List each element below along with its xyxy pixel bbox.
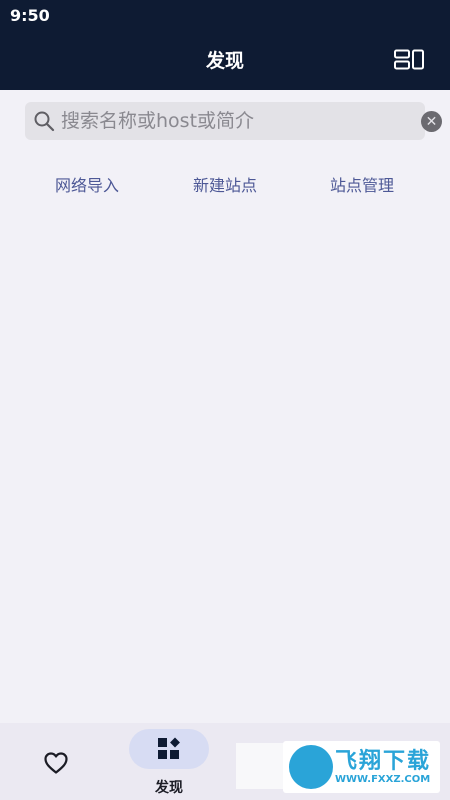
action-row: 网络导入 新建站点 站点管理 <box>0 168 450 198</box>
status-time: 9:50 <box>10 6 50 25</box>
top-bar: 9:50 发现 <box>0 0 450 90</box>
close-icon: ✕ <box>425 113 438 130</box>
heart-icon <box>44 752 68 774</box>
search-input[interactable] <box>61 102 381 140</box>
nav-active-indicator <box>129 729 209 769</box>
layout-toggle-icon <box>394 49 424 70</box>
page-title: 发现 <box>205 50 244 72</box>
nav-placeholder <box>236 743 286 789</box>
nav-discover[interactable]: 发现 <box>128 729 210 797</box>
layout-toggle-button[interactable] <box>392 46 426 74</box>
watermark: 飞翔下载 WWW.FXXZ.COM <box>283 741 440 793</box>
watermark-logo-icon <box>289 745 333 789</box>
watermark-url: WWW.FXXZ.COM <box>335 774 431 785</box>
nav-favorites[interactable] <box>28 745 84 781</box>
clear-search-button[interactable]: ✕ <box>421 111 442 132</box>
network-import-button[interactable]: 网络导入 <box>27 172 147 196</box>
site-management-button[interactable]: 站点管理 <box>302 172 422 196</box>
search-icon <box>34 111 55 132</box>
search-bar: ✕ <box>25 102 442 140</box>
watermark-text: 飞翔下载 <box>335 749 432 774</box>
nav-discover-label: 发现 <box>155 780 183 796</box>
apps-icon <box>158 737 180 759</box>
new-site-button[interactable]: 新建站点 <box>165 172 285 196</box>
